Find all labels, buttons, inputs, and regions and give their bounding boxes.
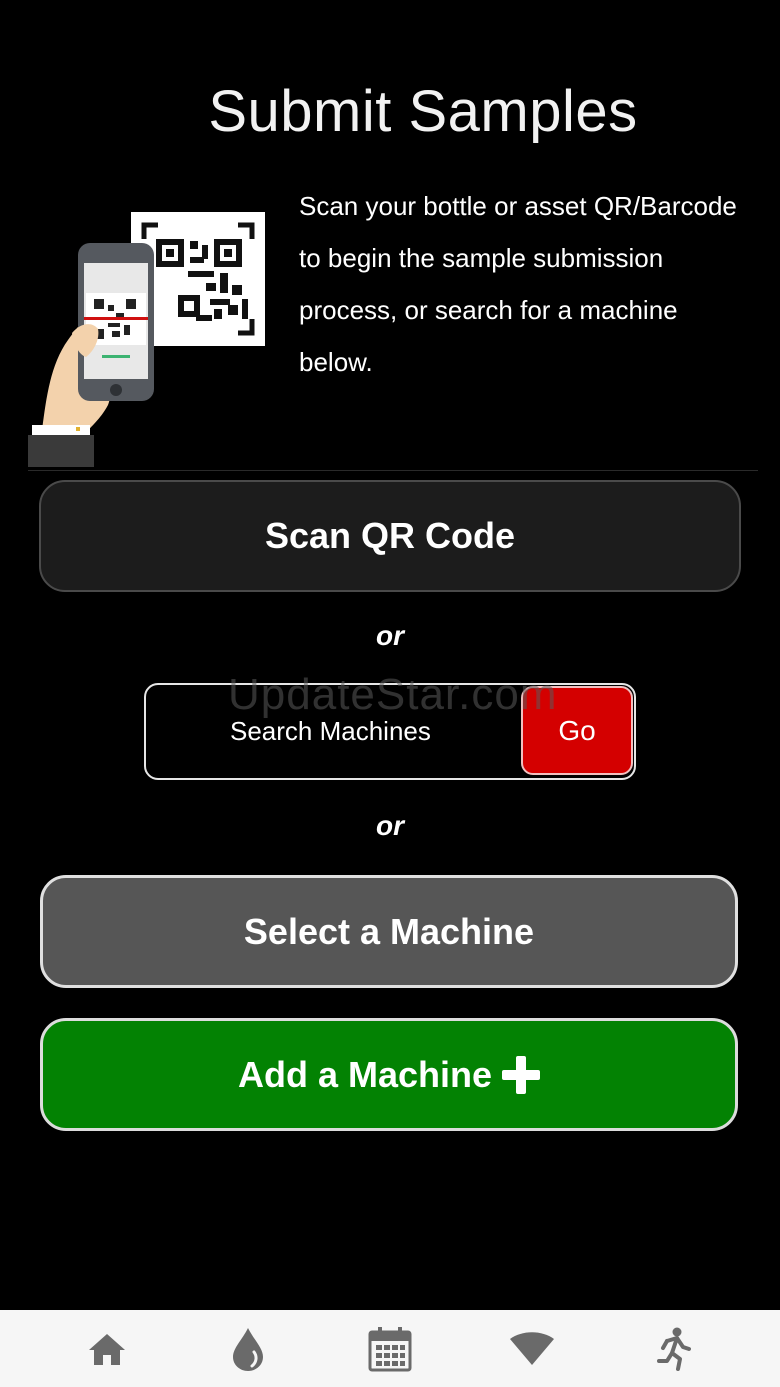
go-button[interactable]: Go xyxy=(521,686,633,775)
calendar-icon xyxy=(368,1326,412,1371)
intro-text: Scan your bottle or asset QR/Barcode to … xyxy=(299,191,737,377)
tab-calendar[interactable] xyxy=(355,1319,425,1379)
or-separator: or xyxy=(376,810,404,841)
wifi-icon xyxy=(509,1331,554,1365)
select-machine-label: Select a Machine xyxy=(243,910,535,952)
search-machines-box: Go xyxy=(144,683,636,780)
tab-connectivity[interactable] xyxy=(497,1319,567,1379)
add-machine-label: Add a Machine xyxy=(237,1053,493,1095)
scan-qr-code-button[interactable]: Scan QR Code xyxy=(39,480,741,592)
plus-icon xyxy=(502,1055,541,1094)
drop-icon xyxy=(233,1327,264,1371)
search-machines-input[interactable] xyxy=(230,685,520,778)
divider xyxy=(28,470,758,471)
bottom-tab-bar xyxy=(0,1310,780,1387)
tab-home[interactable] xyxy=(72,1319,142,1379)
home-icon xyxy=(88,1333,125,1365)
phone-scanning-qr-icon xyxy=(28,212,265,467)
add-machine-button[interactable]: Add a Machine xyxy=(40,1018,738,1131)
tab-samples[interactable] xyxy=(213,1319,283,1379)
select-machine-button[interactable]: Select a Machine xyxy=(40,875,738,988)
running-person-icon xyxy=(657,1327,692,1371)
tab-activity[interactable] xyxy=(638,1319,708,1379)
page-title: Submit Samples xyxy=(208,79,638,144)
qr-scan-illustration xyxy=(28,205,268,467)
or-separator: or xyxy=(376,620,404,651)
